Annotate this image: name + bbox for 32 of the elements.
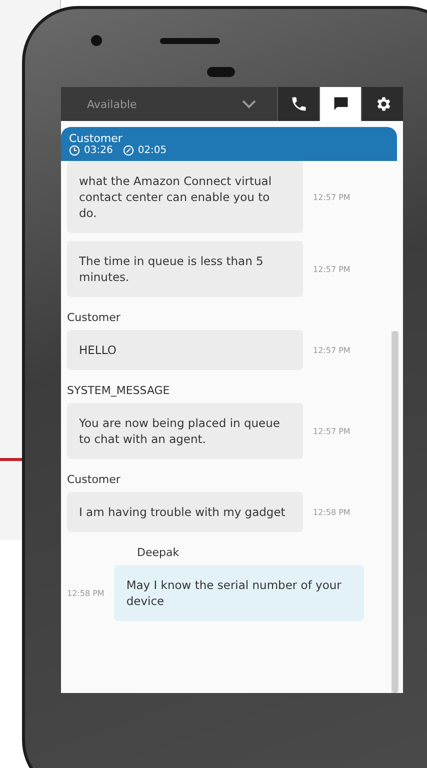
sender-name: Deepak (136, 545, 180, 559)
waiting-time: 02:05 (138, 145, 167, 156)
message-bubble: what the Amazon Connect virtual contact center can enable you to do. (67, 161, 303, 233)
phone-icon (290, 95, 308, 113)
phone-tab[interactable] (277, 87, 319, 121)
message-time: 12:57 PM (313, 264, 350, 274)
status-dropdown[interactable]: Available (61, 87, 277, 121)
message-time: 12:57 PM (313, 426, 350, 436)
earpiece-slot (160, 38, 220, 44)
camera-dot (91, 35, 102, 46)
contact-header[interactable]: Customer 03:26 02:05 (61, 127, 397, 161)
message-time: 12:57 PM (313, 346, 350, 354)
message-bubble: You are now being placed in queue to chat with an agent. (67, 403, 303, 459)
clock-icon (69, 145, 80, 156)
sender-name: Customer (67, 472, 122, 486)
speaker-slot (207, 67, 235, 77)
sender-name: SYSTEM_MESSAGE (67, 383, 171, 397)
message-bubble: The time in queue is less than 5 minutes. (67, 241, 303, 297)
elapsed-time: 03:26 (84, 145, 113, 156)
message-bubble: May I know the serial number of your device (114, 565, 364, 621)
message-time: 12:57 PM (313, 192, 350, 202)
chevron-icon (241, 99, 257, 109)
message-time: 12:58 PM (67, 588, 104, 598)
contact-name: Customer (69, 132, 124, 145)
sender-name: Customer (67, 310, 122, 324)
settings-tab[interactable] (361, 87, 403, 121)
message-bubble: HELLO (67, 330, 303, 370)
gauge-icon (122, 145, 134, 156)
scrollbar[interactable] (391, 331, 399, 693)
chat-tab[interactable] (319, 87, 361, 121)
message-time: 12:58 PM (313, 508, 350, 516)
message-bubble: I am having trouble with my gadget (67, 492, 303, 532)
